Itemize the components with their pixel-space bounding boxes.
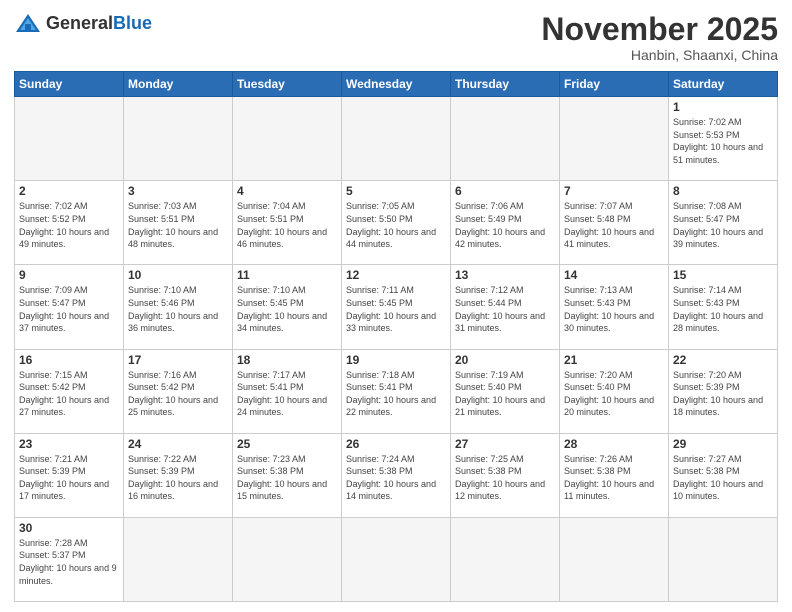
logo: GeneralBlue <box>14 12 152 34</box>
header: GeneralBlue November 2025 Hanbin, Shaanx… <box>14 12 778 63</box>
header-wednesday: Wednesday <box>342 72 451 97</box>
day-16: 16 Sunrise: 7:15 AMSunset: 5:42 PMDaylig… <box>15 349 124 433</box>
location: Hanbin, Shaanxi, China <box>541 47 778 63</box>
day-13: 13 Sunrise: 7:12 AMSunset: 5:44 PMDaylig… <box>451 265 560 349</box>
day-17: 17 Sunrise: 7:16 AMSunset: 5:42 PMDaylig… <box>124 349 233 433</box>
calendar-page: GeneralBlue November 2025 Hanbin, Shaanx… <box>0 0 792 612</box>
logo-area: GeneralBlue <box>14 12 152 34</box>
week-row-6: 30 Sunrise: 7:28 AMSunset: 5:37 PMDaylig… <box>15 517 778 601</box>
daylight-1: Daylight: 10 hours and 51 minutes. <box>673 142 763 165</box>
day-29: 29 Sunrise: 7:27 AMSunset: 5:38 PMDaylig… <box>669 433 778 517</box>
week-row-3: 9 Sunrise: 7:09 AMSunset: 5:47 PMDayligh… <box>15 265 778 349</box>
day-empty <box>124 517 233 601</box>
day-7: 7 Sunrise: 7:07 AMSunset: 5:48 PMDayligh… <box>560 181 669 265</box>
day-18: 18 Sunrise: 7:17 AMSunset: 5:41 PMDaylig… <box>233 349 342 433</box>
day-empty <box>560 97 669 181</box>
day-6: 6 Sunrise: 7:06 AMSunset: 5:49 PMDayligh… <box>451 181 560 265</box>
logo-icon <box>14 12 42 34</box>
day-info-1: Sunrise: 7:02 AM Sunset: 5:53 PM Dayligh… <box>673 116 773 166</box>
header-friday: Friday <box>560 72 669 97</box>
logo-blue: Blue <box>113 13 152 33</box>
logo-general: General <box>46 13 113 33</box>
day-12: 12 Sunrise: 7:11 AMSunset: 5:45 PMDaylig… <box>342 265 451 349</box>
day-14: 14 Sunrise: 7:13 AMSunset: 5:43 PMDaylig… <box>560 265 669 349</box>
day-empty <box>451 517 560 601</box>
day-24: 24 Sunrise: 7:22 AMSunset: 5:39 PMDaylig… <box>124 433 233 517</box>
week-row-5: 23 Sunrise: 7:21 AMSunset: 5:39 PMDaylig… <box>15 433 778 517</box>
title-area: November 2025 Hanbin, Shaanxi, China <box>541 12 778 63</box>
month-title: November 2025 <box>541 12 778 47</box>
logo-text: GeneralBlue <box>46 13 152 34</box>
day-30: 30 Sunrise: 7:28 AMSunset: 5:37 PMDaylig… <box>15 517 124 601</box>
day-empty <box>560 517 669 601</box>
day-15: 15 Sunrise: 7:14 AMSunset: 5:43 PMDaylig… <box>669 265 778 349</box>
day-20: 20 Sunrise: 7:19 AMSunset: 5:40 PMDaylig… <box>451 349 560 433</box>
day-empty <box>669 517 778 601</box>
day-19: 19 Sunrise: 7:18 AMSunset: 5:41 PMDaylig… <box>342 349 451 433</box>
header-monday: Monday <box>124 72 233 97</box>
day-23: 23 Sunrise: 7:21 AMSunset: 5:39 PMDaylig… <box>15 433 124 517</box>
day-empty <box>124 97 233 181</box>
header-thursday: Thursday <box>451 72 560 97</box>
header-sunday: Sunday <box>15 72 124 97</box>
day-empty <box>15 97 124 181</box>
day-empty <box>342 517 451 601</box>
day-5: 5 Sunrise: 7:05 AMSunset: 5:50 PMDayligh… <box>342 181 451 265</box>
week-row-4: 16 Sunrise: 7:15 AMSunset: 5:42 PMDaylig… <box>15 349 778 433</box>
day-28: 28 Sunrise: 7:26 AMSunset: 5:38 PMDaylig… <box>560 433 669 517</box>
day-26: 26 Sunrise: 7:24 AMSunset: 5:38 PMDaylig… <box>342 433 451 517</box>
weekday-header-row: Sunday Monday Tuesday Wednesday Thursday… <box>15 72 778 97</box>
sunset-1: Sunset: 5:53 PM <box>673 130 740 140</box>
day-empty <box>233 517 342 601</box>
day-empty <box>451 97 560 181</box>
week-row-2: 2 Sunrise: 7:02 AMSunset: 5:52 PMDayligh… <box>15 181 778 265</box>
day-3: 3 Sunrise: 7:03 AMSunset: 5:51 PMDayligh… <box>124 181 233 265</box>
day-27: 27 Sunrise: 7:25 AMSunset: 5:38 PMDaylig… <box>451 433 560 517</box>
header-tuesday: Tuesday <box>233 72 342 97</box>
day-9: 9 Sunrise: 7:09 AMSunset: 5:47 PMDayligh… <box>15 265 124 349</box>
day-2: 2 Sunrise: 7:02 AMSunset: 5:52 PMDayligh… <box>15 181 124 265</box>
day-21: 21 Sunrise: 7:20 AMSunset: 5:40 PMDaylig… <box>560 349 669 433</box>
day-empty <box>342 97 451 181</box>
day-number-1: 1 <box>673 100 773 114</box>
day-25: 25 Sunrise: 7:23 AMSunset: 5:38 PMDaylig… <box>233 433 342 517</box>
sunrise-1: Sunrise: 7:02 AM <box>673 117 742 127</box>
day-10: 10 Sunrise: 7:10 AMSunset: 5:46 PMDaylig… <box>124 265 233 349</box>
day-11: 11 Sunrise: 7:10 AMSunset: 5:45 PMDaylig… <box>233 265 342 349</box>
day-4: 4 Sunrise: 7:04 AMSunset: 5:51 PMDayligh… <box>233 181 342 265</box>
day-1: 1 Sunrise: 7:02 AM Sunset: 5:53 PM Dayli… <box>669 97 778 181</box>
header-saturday: Saturday <box>669 72 778 97</box>
week-row-1: 1 Sunrise: 7:02 AM Sunset: 5:53 PM Dayli… <box>15 97 778 181</box>
day-22: 22 Sunrise: 7:20 AMSunset: 5:39 PMDaylig… <box>669 349 778 433</box>
day-8: 8 Sunrise: 7:08 AMSunset: 5:47 PMDayligh… <box>669 181 778 265</box>
day-empty <box>233 97 342 181</box>
calendar-table: Sunday Monday Tuesday Wednesday Thursday… <box>14 71 778 602</box>
